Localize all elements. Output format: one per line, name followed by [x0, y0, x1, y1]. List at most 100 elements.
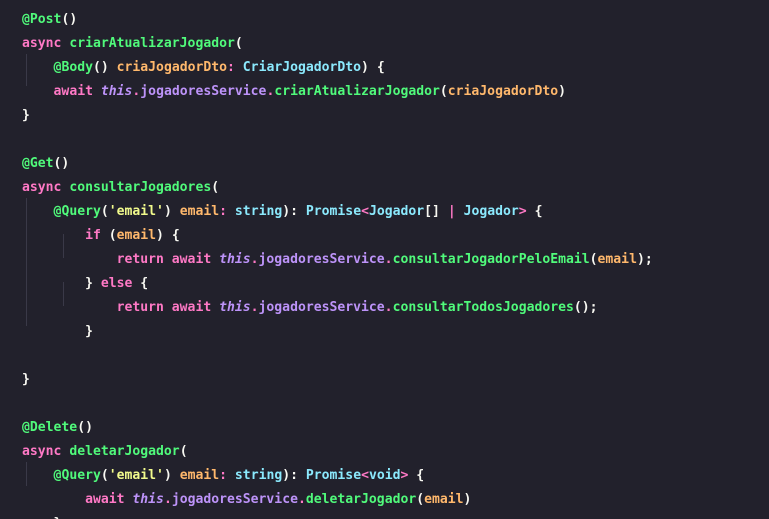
- code-token: []: [424, 204, 448, 219]
- code-line[interactable]: } else {: [22, 272, 148, 296]
- code-token: .: [163, 492, 172, 507]
- code-line[interactable]: await this.jogadoresService.deletarJogad…: [22, 488, 471, 512]
- code-token: Jogador: [368, 204, 425, 219]
- code-line[interactable]: @Body() criaJogadorDto: CriarJogadorDto)…: [22, 56, 385, 80]
- code-token: (: [211, 180, 220, 195]
- code-token: async: [22, 36, 70, 51]
- code-token: ):: [282, 468, 306, 483]
- code-token: email: [116, 228, 157, 243]
- code-token: ):: [282, 204, 306, 219]
- code-token: .: [384, 300, 393, 315]
- code-token: this: [219, 252, 251, 267]
- code-token: jogadoresService: [258, 300, 385, 315]
- code-token: <: [361, 468, 369, 483]
- code-token: .: [297, 492, 306, 507]
- code-token: consultarJogadores: [69, 180, 212, 195]
- code-token: criaJogadorDto: [116, 60, 228, 75]
- code-token: jogadoresService: [171, 492, 298, 507]
- code-token: {: [140, 276, 149, 291]
- code-token: {: [534, 204, 543, 219]
- code-token: ) {: [361, 60, 385, 75]
- code-token: Delete: [29, 420, 78, 435]
- code-line[interactable]: async consultarJogadores(: [22, 176, 219, 200]
- code-line[interactable]: @Get(): [22, 152, 69, 176]
- code-token: if: [85, 228, 109, 243]
- code-token: @: [22, 156, 30, 171]
- code-line[interactable]: async criarAtualizarJogador(: [22, 32, 243, 56]
- code-line[interactable]: return await this.jogadoresService.consu…: [22, 248, 653, 272]
- code-token: return await: [116, 252, 220, 267]
- code-token: ): [558, 84, 567, 99]
- code-token: this: [132, 492, 164, 507]
- code-token: email: [424, 492, 464, 507]
- code-token: :: [219, 468, 235, 483]
- code-token: (: [108, 228, 117, 243]
- code-token: ): [463, 492, 472, 507]
- code-token: Query: [61, 468, 101, 483]
- code-line[interactable]: }: [22, 368, 30, 392]
- code-token: async: [22, 180, 70, 195]
- code-line[interactable]: @Query('email') email: string): Promise<…: [22, 464, 425, 488]
- code-token: (: [100, 468, 109, 483]
- code-token: @: [22, 12, 30, 27]
- code-token: >: [518, 204, 535, 219]
- code-line[interactable]: @Delete(): [22, 416, 93, 440]
- code-token: jogadoresService: [258, 252, 385, 267]
- code-token: criarAtualizarJogador: [69, 36, 235, 51]
- code-line[interactable]: }: [22, 104, 30, 128]
- code-token: );: [636, 252, 653, 267]
- code-token: .: [250, 300, 259, 315]
- code-token: Body: [61, 60, 93, 75]
- code-token: }: [22, 108, 30, 123]
- indent-guide: [63, 282, 64, 306]
- code-token: (): [53, 156, 70, 171]
- code-token: void: [368, 468, 401, 483]
- code-token: string: [234, 204, 283, 219]
- indent-guide: [26, 462, 27, 486]
- code-token: jogadoresService: [140, 84, 267, 99]
- code-line[interactable]: async deletarJogador(: [22, 440, 188, 464]
- code-token: return await: [116, 300, 220, 315]
- code-line[interactable]: if (email) {: [22, 224, 180, 248]
- code-token: consultarTodosJogadores: [392, 300, 574, 315]
- code-token: ();: [573, 300, 598, 315]
- code-editor[interactable]: @Post() async criarAtualizarJogador( @Bod…: [0, 0, 769, 519]
- code-line[interactable]: }: [22, 512, 62, 519]
- code-line[interactable]: return await this.jogadoresService.consu…: [22, 296, 598, 320]
- code-token: (): [61, 12, 78, 27]
- code-token: :: [219, 204, 235, 219]
- code-token: criaJogadorDto: [447, 84, 559, 99]
- code-token: else: [100, 276, 141, 291]
- code-token: Promise: [305, 468, 362, 483]
- code-token: ): [163, 468, 180, 483]
- code-line[interactable]: await this.jogadoresService.criarAtualiz…: [22, 80, 566, 104]
- code-token: await: [85, 492, 133, 507]
- code-token: >: [400, 468, 417, 483]
- code-token: (: [416, 492, 425, 507]
- code-token: CriarJogadorDto: [242, 60, 362, 75]
- code-token: Query: [61, 204, 101, 219]
- code-token: Promise: [305, 204, 362, 219]
- code-token: Jogador: [463, 204, 519, 219]
- code-line[interactable]: @Query('email') email: string): Promise<…: [22, 200, 543, 224]
- indent-guide: [63, 234, 64, 258]
- code-token: }: [85, 276, 101, 291]
- code-token: <: [361, 204, 369, 219]
- code-line[interactable]: }: [22, 320, 93, 344]
- code-token: await: [53, 84, 101, 99]
- code-token: (: [234, 36, 243, 51]
- code-token: .: [384, 252, 393, 267]
- code-token: ): [163, 204, 180, 219]
- code-token: }: [85, 324, 93, 339]
- code-line[interactable]: @Post(): [22, 8, 77, 32]
- code-token: (): [92, 60, 117, 75]
- code-token: {: [416, 468, 425, 483]
- code-token: (: [100, 204, 109, 219]
- code-token: email: [179, 204, 220, 219]
- code-token: this: [219, 300, 251, 315]
